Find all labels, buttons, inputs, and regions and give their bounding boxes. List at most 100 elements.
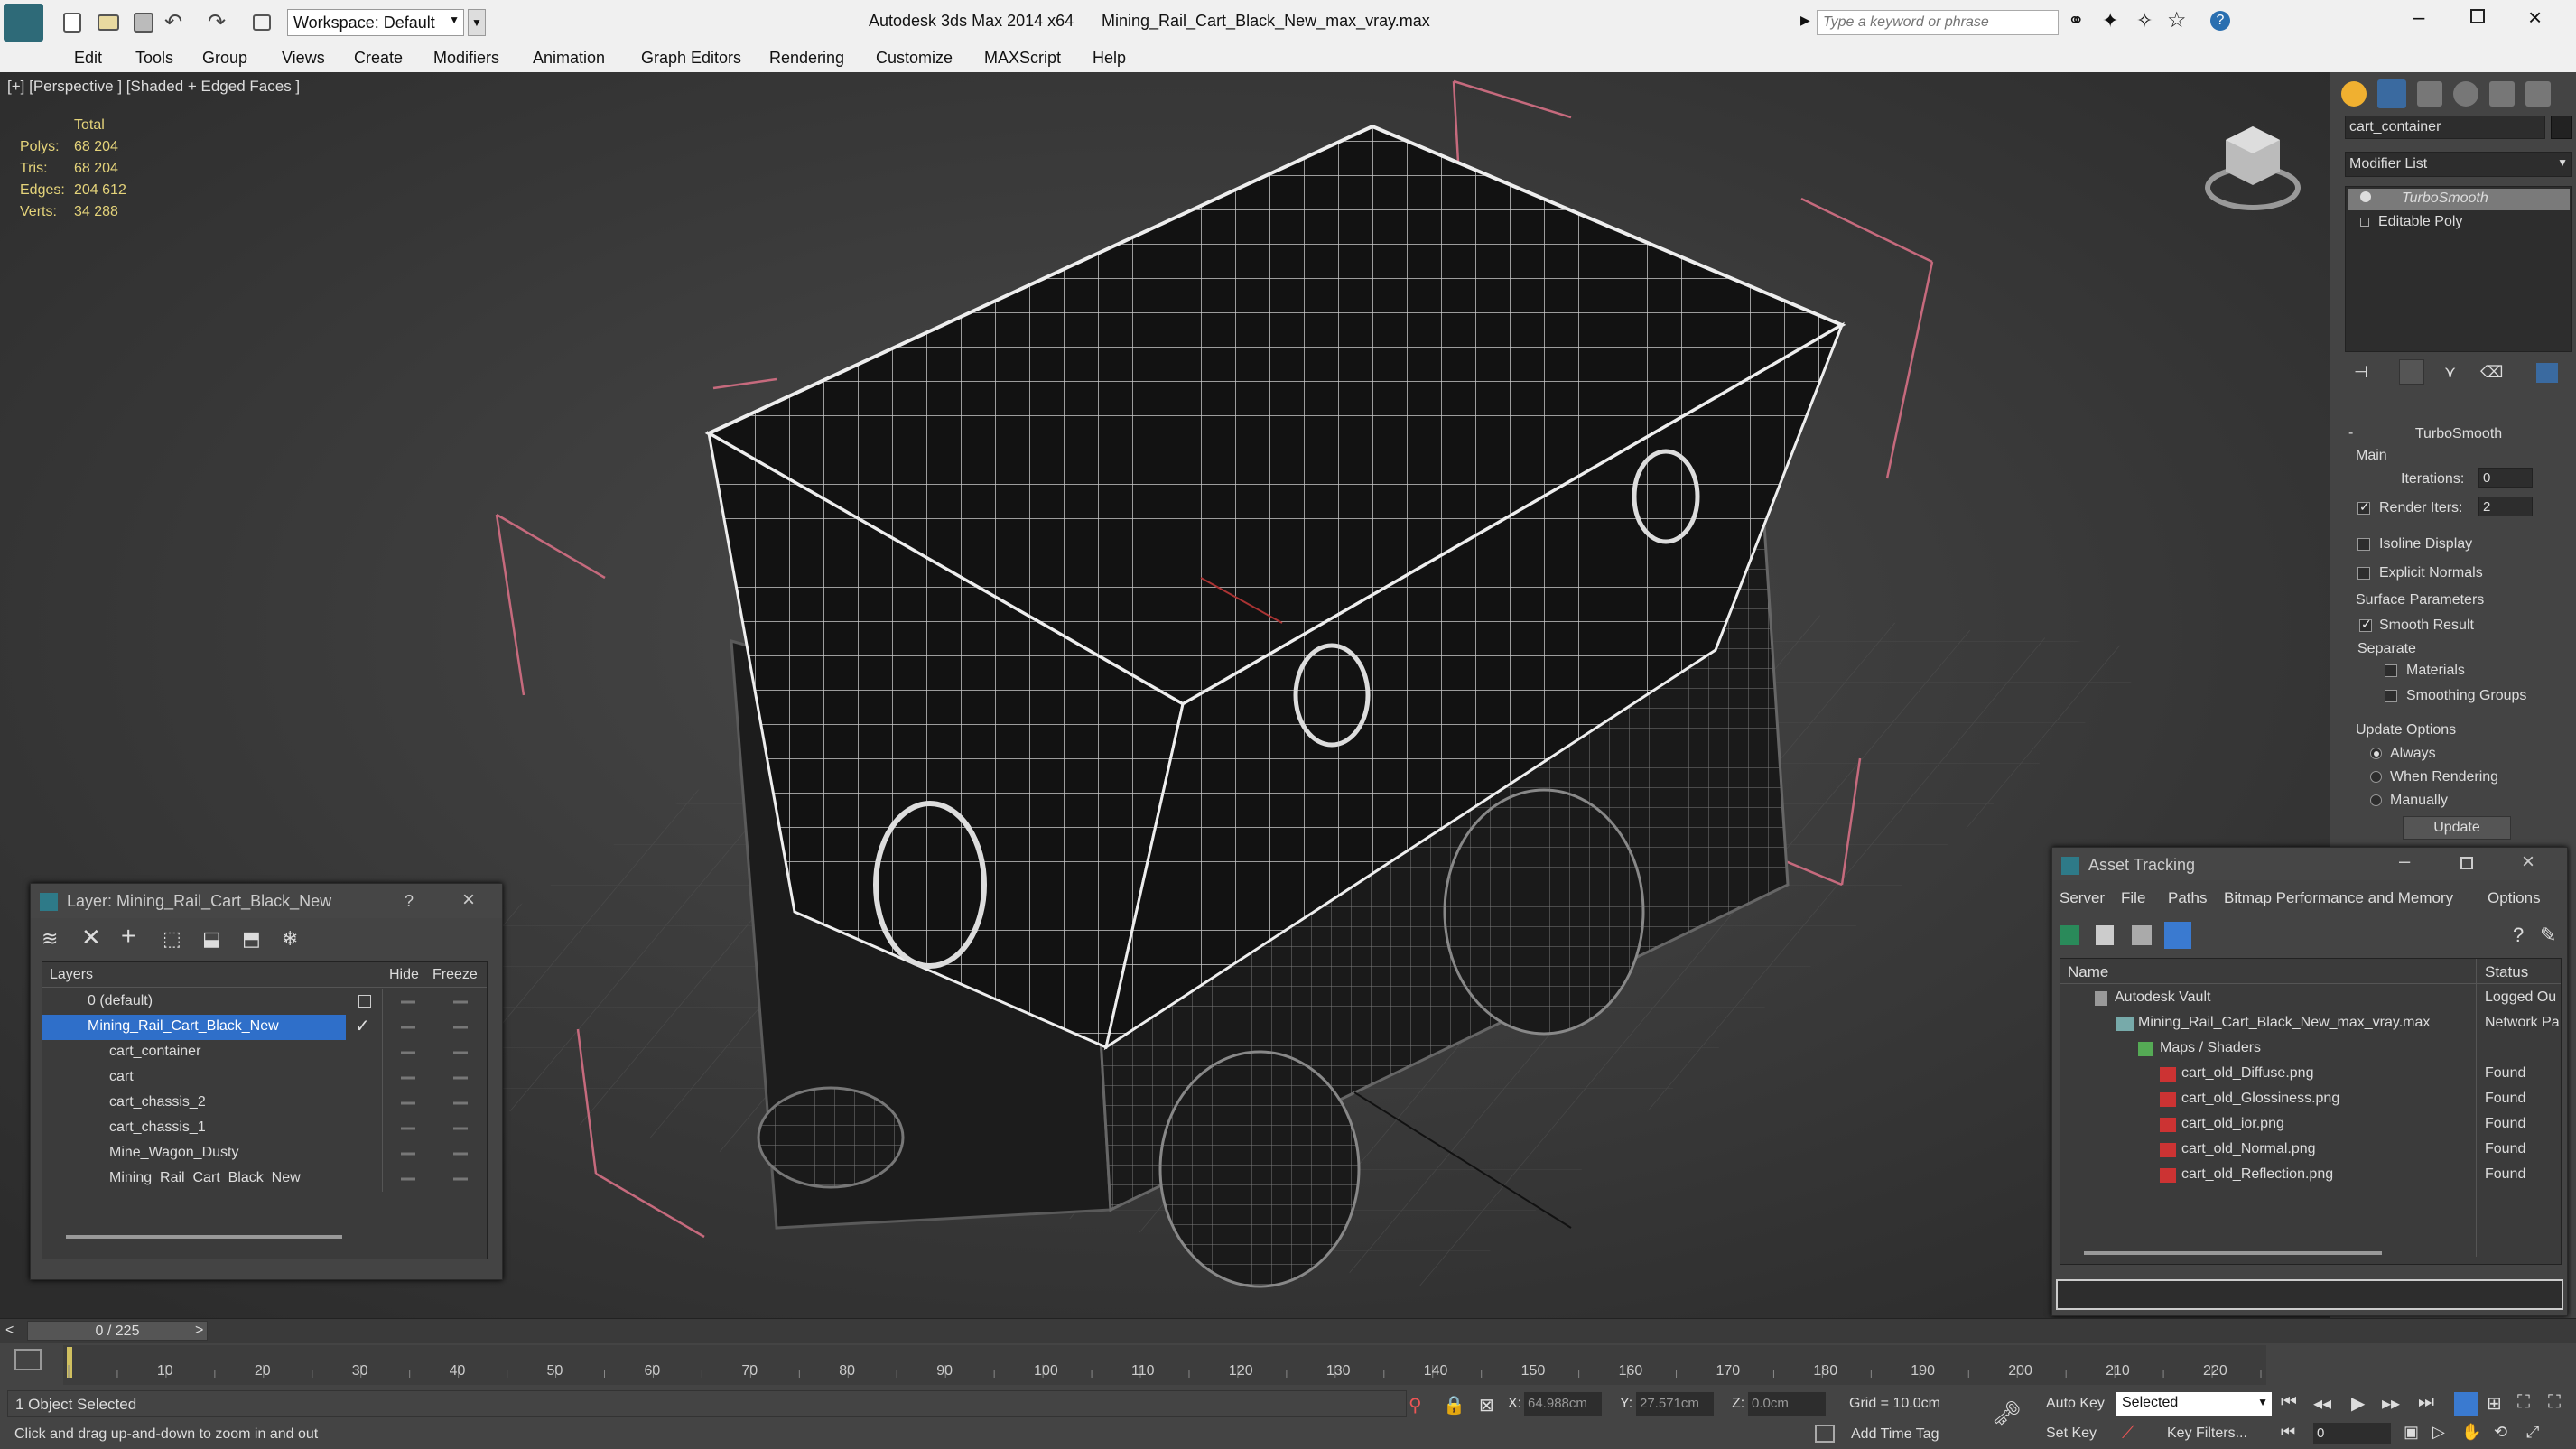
light-bulb-icon[interactable] — [2360, 191, 2371, 202]
asset-row[interactable]: Autodesk Vault Logged Ou — [2060, 986, 2566, 1011]
pin-stack-icon[interactable]: ⊣ — [2354, 363, 2368, 382]
when-rendering-radio[interactable] — [2370, 771, 2382, 783]
asset-maximize-icon[interactable] — [2460, 857, 2473, 869]
render-iters-checkbox[interactable] — [2357, 499, 2370, 515]
communication-icon[interactable]: ✧ — [2136, 9, 2153, 33]
asset-path-field[interactable] — [2056, 1279, 2563, 1310]
asset-menu-bitmap[interactable]: Bitmap Performance and Memory — [2224, 889, 2453, 907]
new-file-icon[interactable] — [63, 13, 81, 33]
motion-tab-icon[interactable] — [2453, 81, 2478, 107]
maxscript-mini-listener[interactable]: 1 Object Selected — [7, 1390, 1407, 1417]
set-key-icon[interactable]: 🗝 — [1992, 1399, 2022, 1427]
time-tag-icon[interactable] — [1815, 1425, 1835, 1443]
asset-close-icon[interactable]: × — [2522, 850, 2534, 875]
maximize-icon[interactable] — [2470, 9, 2485, 23]
remove-modifier-icon[interactable]: ⌫ — [2480, 363, 2503, 382]
menu-rendering[interactable]: Rendering — [769, 49, 844, 68]
menu-modifiers[interactable]: Modifiers — [433, 49, 499, 68]
z-coordinate-field[interactable]: 0.0cm — [1748, 1392, 1826, 1416]
menu-maxscript[interactable]: MAXScript — [984, 49, 1061, 68]
mini-curve-editor-icon[interactable] — [14, 1349, 42, 1370]
time-slider-prev-icon[interactable]: < — [5, 1323, 14, 1339]
render-iters-spinner[interactable]: 2 — [2478, 497, 2533, 516]
redo-icon[interactable]: ↷ — [208, 9, 226, 35]
field-of-view-icon[interactable]: ▷ — [2432, 1423, 2445, 1442]
app-logo-icon[interactable] — [4, 4, 43, 42]
x-coordinate-field[interactable]: 64.988cm — [1524, 1392, 1602, 1416]
help-icon[interactable]: ? — [2210, 11, 2230, 31]
asset-row[interactable]: cart_old_ior.png Found — [2060, 1112, 2566, 1138]
binoculars-icon[interactable]: ⚭ — [2068, 9, 2084, 33]
zoom-all-icon[interactable]: ⊞ — [2487, 1392, 2502, 1415]
asset-menu-paths[interactable]: Paths — [2168, 889, 2207, 907]
search-expand-icon[interactable]: ▶ — [1800, 13, 1810, 28]
minimize-icon[interactable]: – — [2413, 5, 2424, 31]
select-layer-objects-icon[interactable]: ⬚ — [163, 927, 181, 951]
asset-row[interactable]: cart_old_Normal.png Found — [2060, 1138, 2566, 1163]
modify-tab-icon[interactable] — [2377, 79, 2406, 108]
make-unique-icon[interactable]: ⋎ — [2444, 363, 2456, 382]
asset-row[interactable]: cart_old_Diffuse.png Found — [2060, 1062, 2566, 1087]
object-name-field[interactable] — [2345, 116, 2545, 139]
table-view-icon[interactable] — [2164, 922, 2191, 949]
selection-lock-icon[interactable]: 🔒 — [1443, 1394, 1465, 1416]
smooth-result-checkbox[interactable] — [2359, 617, 2372, 632]
menu-edit[interactable]: Edit — [74, 49, 102, 68]
current-frame-field[interactable]: 0 — [2313, 1423, 2391, 1444]
show-end-result-icon[interactable] — [2399, 359, 2424, 385]
asset-menu-server[interactable]: Server — [2060, 889, 2105, 907]
detail-view-icon[interactable] — [2132, 925, 2152, 945]
create-layer-icon[interactable]: ≋ — [42, 927, 58, 951]
stack-item-editable-poly[interactable]: Editable Poly — [2348, 212, 2570, 234]
open-file-icon[interactable] — [98, 14, 119, 31]
col-name-header[interactable]: Name — [2068, 963, 2108, 981]
add-to-layer-icon[interactable]: + — [121, 922, 135, 951]
pan-view-icon[interactable]: ✋ — [2461, 1423, 2481, 1442]
zoom-extents-all-icon[interactable]: ⛶ — [2548, 1392, 2561, 1413]
asset-row[interactable]: cart_old_Reflection.png Found — [2060, 1163, 2566, 1188]
explicit-normals-checkbox[interactable] — [2357, 567, 2370, 580]
layer-close-icon[interactable]: × — [462, 887, 475, 913]
smoothing-groups-checkbox[interactable] — [2385, 690, 2397, 702]
absolute-mode-icon[interactable]: ⊠ — [1479, 1394, 1494, 1416]
previous-frame-icon[interactable]: ◂◂ — [2313, 1392, 2331, 1415]
utilities-tab-icon[interactable] — [2525, 81, 2551, 107]
layer-window-title-bar[interactable]: Layer: Mining_Rail_Cart_Black_New ? × — [31, 884, 502, 918]
asset-minimize-icon[interactable]: – — [2399, 850, 2410, 873]
create-tab-icon[interactable] — [2341, 81, 2367, 107]
manually-radio[interactable] — [2370, 794, 2382, 806]
display-tab-icon[interactable] — [2489, 81, 2515, 107]
project-folder-icon[interactable] — [253, 14, 271, 31]
configure-modifier-sets-icon[interactable] — [2536, 363, 2558, 383]
col-status-header[interactable]: Status — [2485, 963, 2528, 981]
viewcube-icon[interactable] — [2203, 117, 2302, 217]
update-button[interactable]: Update — [2403, 816, 2511, 840]
freeze-all-layers-icon[interactable]: ❄ — [282, 927, 298, 951]
isolate-selection-icon[interactable]: ⚲ — [1409, 1394, 1422, 1416]
key-filters-button[interactable]: Key Filters... — [2151, 1423, 2268, 1444]
asset-menu-options[interactable]: Options — [2488, 889, 2541, 907]
favorites-star-icon[interactable]: ☆ — [2167, 7, 2187, 33]
save-icon[interactable] — [134, 13, 153, 33]
col-layers-header[interactable]: Layers — [50, 967, 93, 983]
menu-customize[interactable]: Customize — [876, 49, 953, 68]
selected-set-dropdown[interactable]: Selected ▼ — [2116, 1392, 2272, 1416]
menu-group[interactable]: Group — [202, 49, 247, 68]
orbit-icon[interactable]: ⟲ — [2494, 1423, 2507, 1442]
workspace-dropdown[interactable]: Workspace: Default ▼ — [287, 9, 464, 36]
menu-graph-editors[interactable]: Graph Editors — [641, 49, 741, 68]
asset-row[interactable]: Maps / Shaders — [2060, 1036, 2566, 1062]
asset-window-title-bar[interactable]: Asset Tracking – × — [2052, 848, 2567, 880]
viewport-label[interactable]: [+] [Perspective ] [Shaded + Edged Faces… — [7, 78, 300, 96]
modifier-list-dropdown[interactable]: Modifier List ▼ — [2345, 152, 2572, 177]
zoom-extents-icon[interactable]: ⛶ — [2517, 1392, 2530, 1413]
workspace-menu-button[interactable]: ▼ — [468, 9, 486, 36]
key-filter-icon[interactable]: ⟋ — [2122, 1423, 2134, 1444]
menu-tools[interactable]: Tools — [135, 49, 173, 68]
isoline-display-checkbox[interactable] — [2357, 538, 2370, 551]
col-hide-header[interactable]: Hide — [389, 967, 419, 983]
materials-checkbox[interactable] — [2385, 664, 2397, 677]
menu-create[interactable]: Create — [354, 49, 403, 68]
always-radio[interactable] — [2370, 748, 2382, 759]
current-layer-box-icon[interactable] — [358, 995, 371, 1008]
